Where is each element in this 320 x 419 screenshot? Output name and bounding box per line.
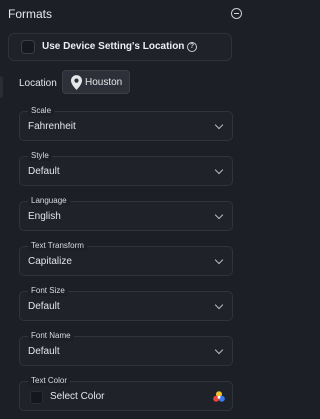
- location-value: Houston: [85, 77, 123, 88]
- chevron-down-icon: [214, 300, 224, 310]
- text-color-picker[interactable]: Text Color Select Color: [19, 376, 233, 411]
- scale-label: Scale: [28, 106, 55, 116]
- style-value: Default: [28, 166, 60, 177]
- side-tab-handle[interactable]: [0, 76, 3, 98]
- chevron-down-icon: [214, 345, 224, 355]
- style-select[interactable]: Style Default: [19, 151, 233, 186]
- location-label: Location: [19, 78, 57, 89]
- language-value: English: [28, 211, 61, 222]
- style-label: Style: [28, 151, 52, 161]
- help-icon[interactable]: ?: [187, 42, 197, 52]
- chevron-down-icon: [214, 120, 224, 130]
- scale-select[interactable]: Scale Fahrenheit: [19, 106, 233, 141]
- map-pin-icon: [71, 75, 82, 90]
- language-label: Language: [28, 196, 70, 206]
- panel-title: Formats: [8, 7, 53, 21]
- language-select[interactable]: Language English: [19, 196, 233, 231]
- use-device-location-checkbox[interactable]: [21, 40, 35, 54]
- text-color-value: Select Color: [50, 391, 105, 402]
- color-swatch[interactable]: [30, 391, 43, 404]
- text-transform-select[interactable]: Text Transform Capitalize: [19, 241, 233, 276]
- font-name-label: Font Name: [28, 331, 74, 341]
- panel-header: Formats: [8, 5, 242, 25]
- use-device-location-label: Use Device Setting's Location: [42, 41, 185, 52]
- formats-panel: Formats Use Device Setting's Location ? …: [0, 0, 248, 419]
- chevron-down-icon: [214, 165, 224, 175]
- scale-value: Fahrenheit: [28, 121, 76, 132]
- font-size-value: Default: [28, 301, 60, 312]
- text-transform-value: Capitalize: [28, 256, 72, 267]
- collapse-icon[interactable]: [231, 8, 242, 19]
- chevron-down-icon: [214, 255, 224, 265]
- location-chip[interactable]: Houston: [62, 70, 130, 94]
- color-palette-icon[interactable]: [212, 390, 226, 404]
- chevron-down-icon: [214, 210, 224, 220]
- text-transform-label: Text Transform: [28, 241, 87, 251]
- font-size-select[interactable]: Font Size Default: [19, 286, 233, 321]
- font-name-value: Default: [28, 346, 60, 357]
- font-size-label: Font Size: [28, 286, 68, 296]
- use-device-location-row[interactable]: Use Device Setting's Location ?: [8, 33, 232, 61]
- font-name-select[interactable]: Font Name Default: [19, 331, 233, 366]
- text-color-label: Text Color: [28, 376, 71, 386]
